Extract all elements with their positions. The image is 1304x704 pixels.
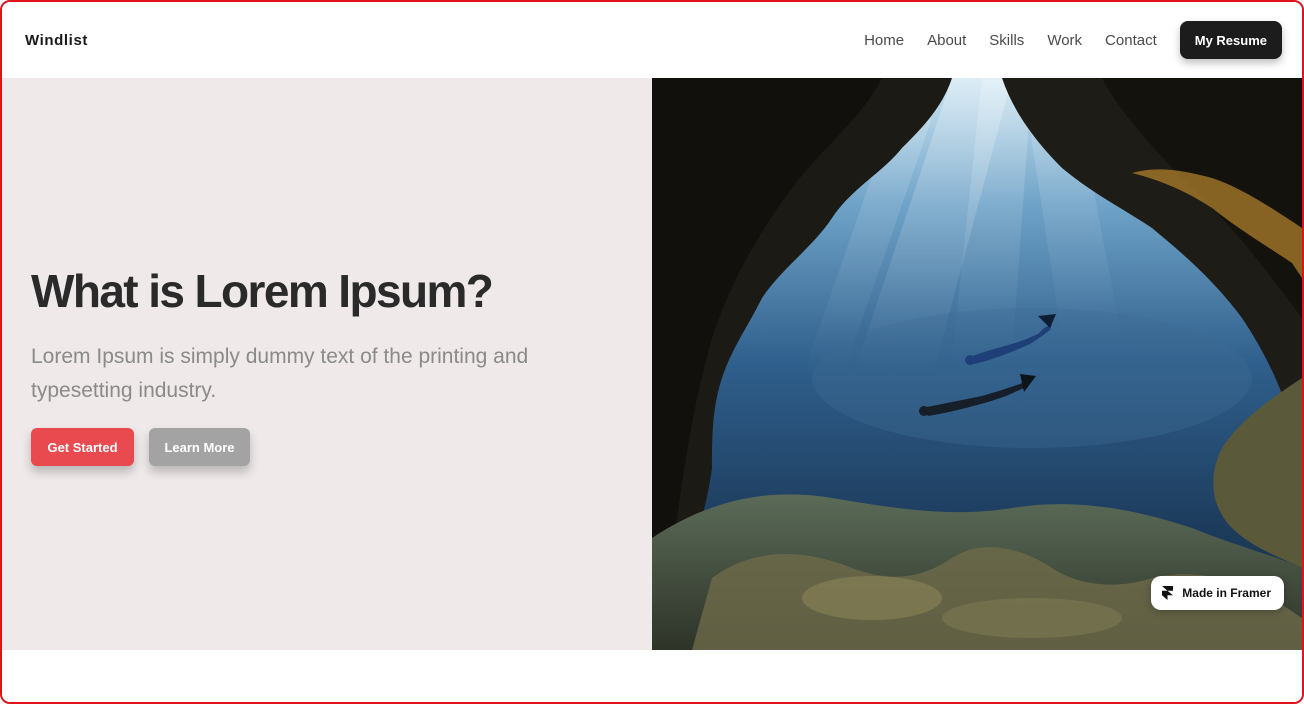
underwater-cave-image (652, 78, 1302, 650)
nav-work-link[interactable]: Work (1047, 32, 1082, 49)
nav-contact-link[interactable]: Contact (1105, 32, 1157, 49)
footer-strip (2, 650, 1302, 702)
nav-skills-link[interactable]: Skills (989, 32, 1024, 49)
hero-subtitle: Lorem Ipsum is simply dummy text of the … (31, 345, 529, 402)
main-nav: Home About Skills Work Contact My Resume (864, 21, 1282, 59)
brand-logo[interactable]: Windlist (25, 32, 88, 49)
badge-label: Made in Framer (1182, 586, 1271, 600)
learn-more-button[interactable]: Learn More (149, 428, 250, 466)
site-header: Windlist Home About Skills Work Contact … (2, 2, 1302, 78)
framer-icon (1162, 586, 1174, 600)
hero-title: What is Lorem Ipsum? (31, 265, 494, 317)
get-started-button[interactable]: Get Started (31, 428, 134, 466)
hero-text-panel: What is Lorem Ipsum? Lorem Ipsum is simp… (2, 78, 652, 650)
made-in-framer-badge[interactable]: Made in Framer (1151, 576, 1284, 610)
nav-about-link[interactable]: About (927, 32, 966, 49)
hero-image: Made in Framer (652, 78, 1302, 650)
hero-buttons: Get Started Learn More (31, 428, 250, 466)
nav-home-link[interactable]: Home (864, 32, 904, 49)
page-frame: Windlist Home About Skills Work Contact … (0, 0, 1304, 704)
my-resume-button[interactable]: My Resume (1179, 21, 1282, 59)
